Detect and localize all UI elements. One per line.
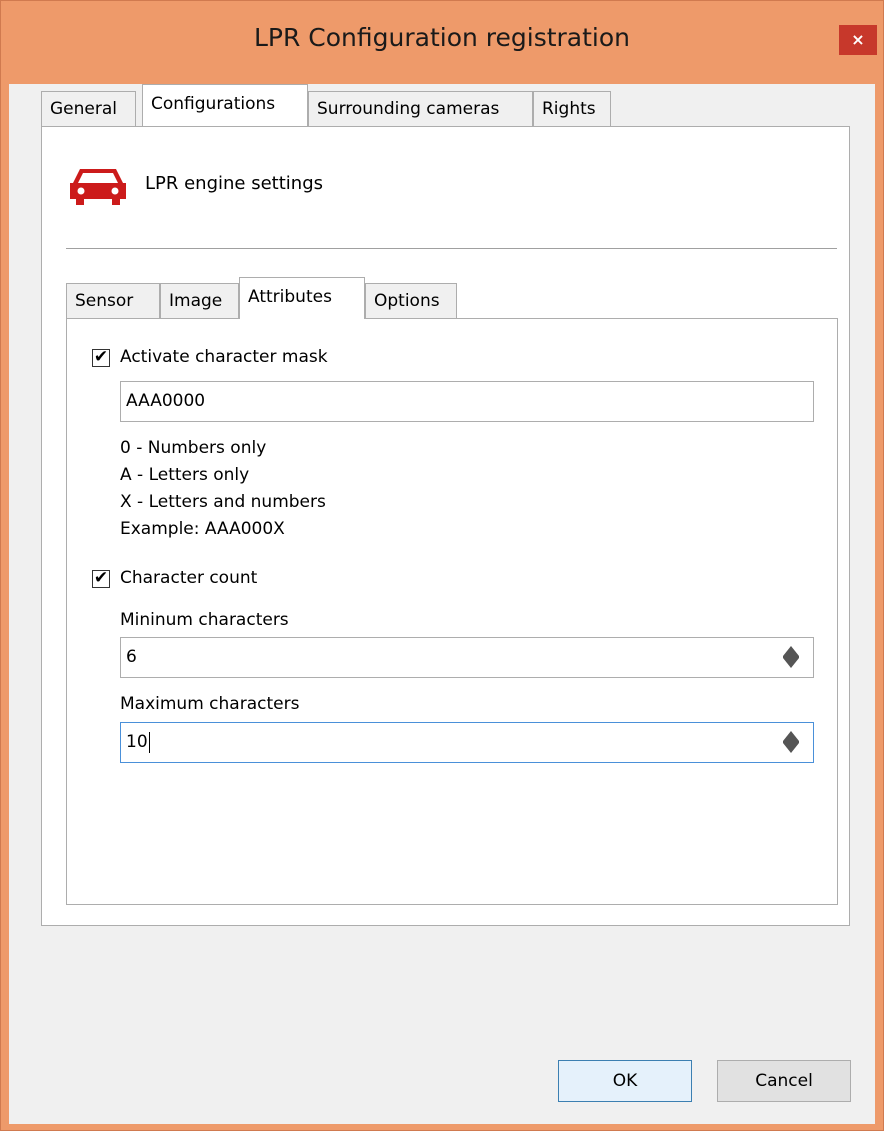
subtab-image[interactable]: Image (160, 283, 239, 318)
character-count-label[interactable]: Character count (120, 568, 257, 588)
attributes-panel: ✔ Activate character mask AAA0000 0 - Nu… (66, 318, 838, 905)
min-characters-spinner-icon[interactable] (781, 645, 801, 669)
window-title: LPR Configuration registration (253, 23, 631, 52)
cancel-button[interactable]: Cancel (717, 1060, 851, 1102)
configurations-panel: LPR engine settings Sensor Image Attribu… (41, 126, 850, 926)
close-button[interactable]: × (839, 25, 877, 55)
tab-configurations[interactable]: Configurations (142, 84, 308, 126)
character-count-checkbox[interactable]: ✔ (92, 570, 110, 588)
window-border-right (875, 1, 883, 1130)
tab-surrounding-cameras[interactable]: Surrounding cameras (308, 91, 533, 126)
min-characters-field[interactable]: 6 (120, 637, 814, 678)
character-mask-input[interactable]: AAA0000 (120, 381, 814, 422)
subtab-attributes[interactable]: Attributes (239, 277, 365, 319)
window-border-left (1, 1, 9, 1130)
engine-settings-title: LPR engine settings (145, 173, 324, 194)
dialog-window: LPR Configuration registration × General… (0, 0, 884, 1131)
max-characters-label: Maximum characters (120, 694, 300, 714)
legend-example: Example: AAA000X (120, 519, 285, 539)
car-icon (70, 169, 126, 205)
max-characters-value: 10 (126, 732, 148, 752)
tab-general[interactable]: General (41, 91, 136, 126)
min-characters-value: 6 (126, 647, 137, 667)
max-characters-spinner-icon[interactable] (781, 730, 801, 754)
ok-button[interactable]: OK (558, 1060, 692, 1102)
legend-numbers: 0 - Numbers only (120, 438, 267, 458)
subtab-options[interactable]: Options (365, 283, 457, 318)
legend-letters-numbers: X - Letters and numbers (120, 492, 326, 512)
dialog-client-area: General Configurations Surrounding camer… (9, 84, 875, 1124)
tab-rights[interactable]: Rights (533, 91, 611, 126)
subtab-sensor[interactable]: Sensor (66, 283, 160, 318)
mask-checkbox[interactable]: ✔ (92, 349, 110, 367)
legend-letters: A - Letters only (120, 465, 250, 485)
mask-checkbox-label[interactable]: Activate character mask (120, 347, 328, 367)
max-characters-field[interactable]: 10 (120, 722, 814, 763)
text-caret (148, 731, 150, 753)
section-divider (66, 248, 837, 249)
min-characters-label: Mininum characters (120, 610, 289, 630)
